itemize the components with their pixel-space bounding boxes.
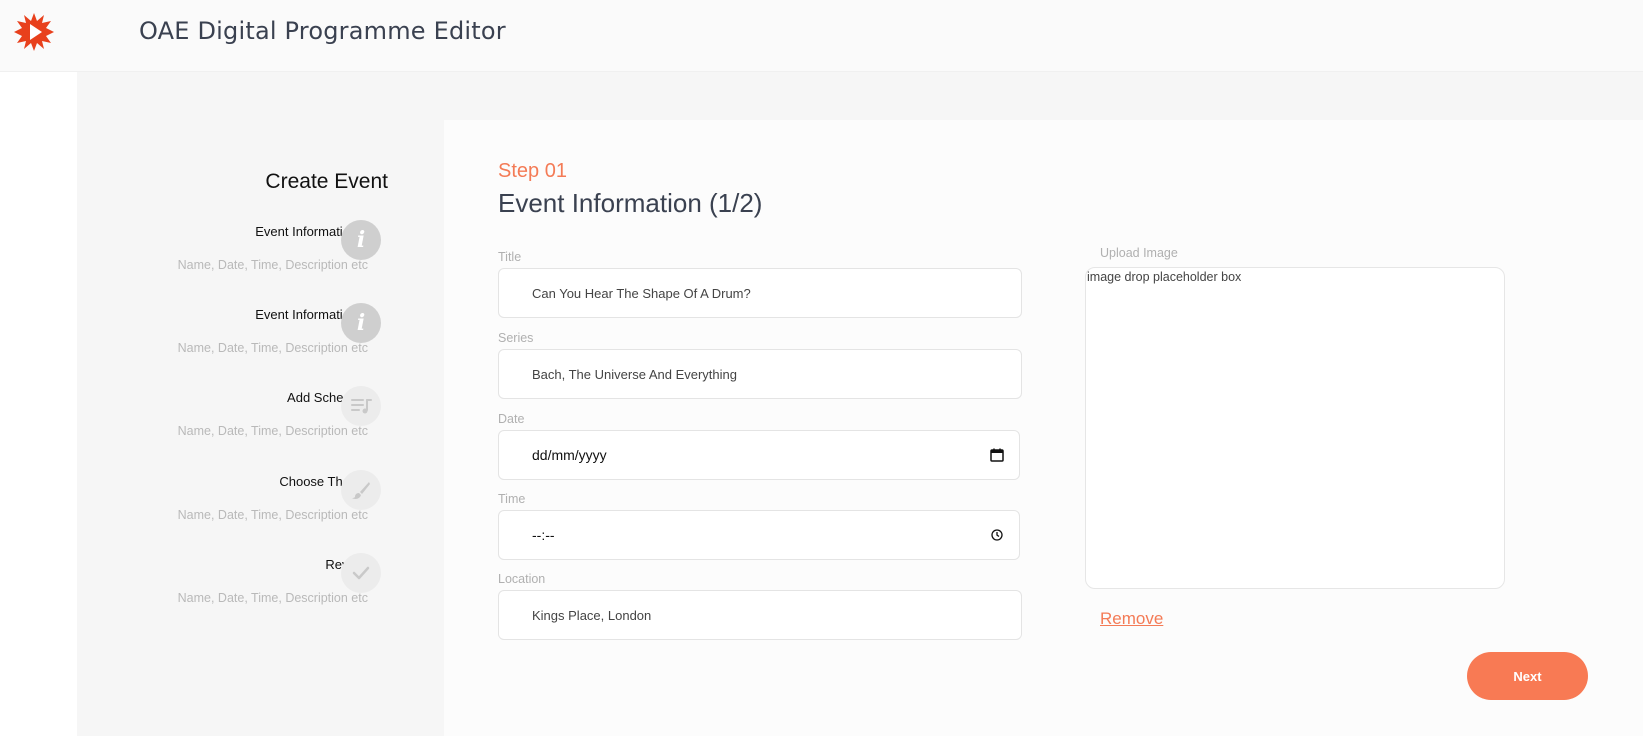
series-field[interactable]: Bach, The Universe And Everything: [498, 349, 1022, 399]
time-label: Time: [498, 492, 526, 506]
step-number: Step 01: [498, 160, 567, 182]
location-field[interactable]: Kings Place, London: [498, 590, 1022, 640]
calendar-icon[interactable]: [989, 447, 1005, 463]
image-drop-placeholder: image drop placeholder box: [1087, 270, 1242, 284]
title-field[interactable]: Can You Hear The Shape Of A Drum?: [498, 268, 1022, 318]
left-gutter: [0, 72, 77, 736]
step-description: Name, Date, Time, Description etc: [177, 591, 368, 605]
location-label: Location: [498, 572, 546, 586]
section-title: Event Information (1/2): [498, 188, 763, 218]
title-value: Can You Hear The Shape Of A Drum?: [532, 285, 751, 301]
check-icon: [341, 553, 381, 593]
sidebar-title: Create Event: [265, 170, 388, 193]
main-top-strip: [444, 72, 1643, 120]
starburst-play-icon[interactable]: [14, 13, 54, 51]
series-value: Bach, The Universe And Everything: [532, 366, 737, 382]
time-field[interactable]: --:--: [498, 510, 1020, 560]
app-title: OAE Digital Programme Editor: [139, 17, 506, 45]
clock-icon[interactable]: [989, 527, 1005, 543]
remove-image-link[interactable]: Remove: [1100, 609, 1163, 629]
next-button[interactable]: Next: [1467, 652, 1588, 700]
steps-sidebar: Create Event Event Information 1 Name, D…: [77, 72, 444, 736]
location-value: Kings Place, London: [532, 607, 652, 623]
sidebar-step-add-schedule[interactable]: Add Schedule Name, Date, Time, Descripti…: [77, 386, 444, 470]
upload-image-label: Upload Image: [1100, 246, 1178, 260]
title-label: Title: [498, 250, 522, 264]
image-drop-zone[interactable]: image drop placeholder box: [1085, 267, 1505, 589]
info-icon: i: [341, 220, 381, 260]
sidebar-step-event-information-1[interactable]: Event Information 1 Name, Date, Time, De…: [77, 220, 444, 304]
step-description: Name, Date, Time, Description etc: [177, 424, 368, 438]
step-description: Name, Date, Time, Description etc: [177, 508, 368, 522]
sidebar-step-choose-theme[interactable]: Choose Theme Name, Date, Time, Descripti…: [77, 470, 444, 554]
info-icon: i: [341, 303, 381, 343]
date-field[interactable]: dd/mm/yyyy: [498, 430, 1020, 480]
top-bar: OAE Digital Programme Editor: [0, 0, 1643, 72]
date-label: Date: [498, 412, 525, 426]
sidebar-step-event-information-2[interactable]: Event Information 2 Name, Date, Time, De…: [77, 303, 444, 387]
date-value: dd/mm/yyyy: [532, 447, 607, 463]
series-label: Series: [498, 331, 534, 345]
time-value: --:--: [532, 527, 555, 543]
step-description: Name, Date, Time, Description etc: [177, 258, 368, 272]
sidebar-step-review[interactable]: Review Name, Date, Time, Description etc: [77, 553, 444, 637]
playlist-music-icon: [341, 386, 381, 426]
step-description: Name, Date, Time, Description etc: [177, 341, 368, 355]
brush-icon: [341, 470, 381, 510]
